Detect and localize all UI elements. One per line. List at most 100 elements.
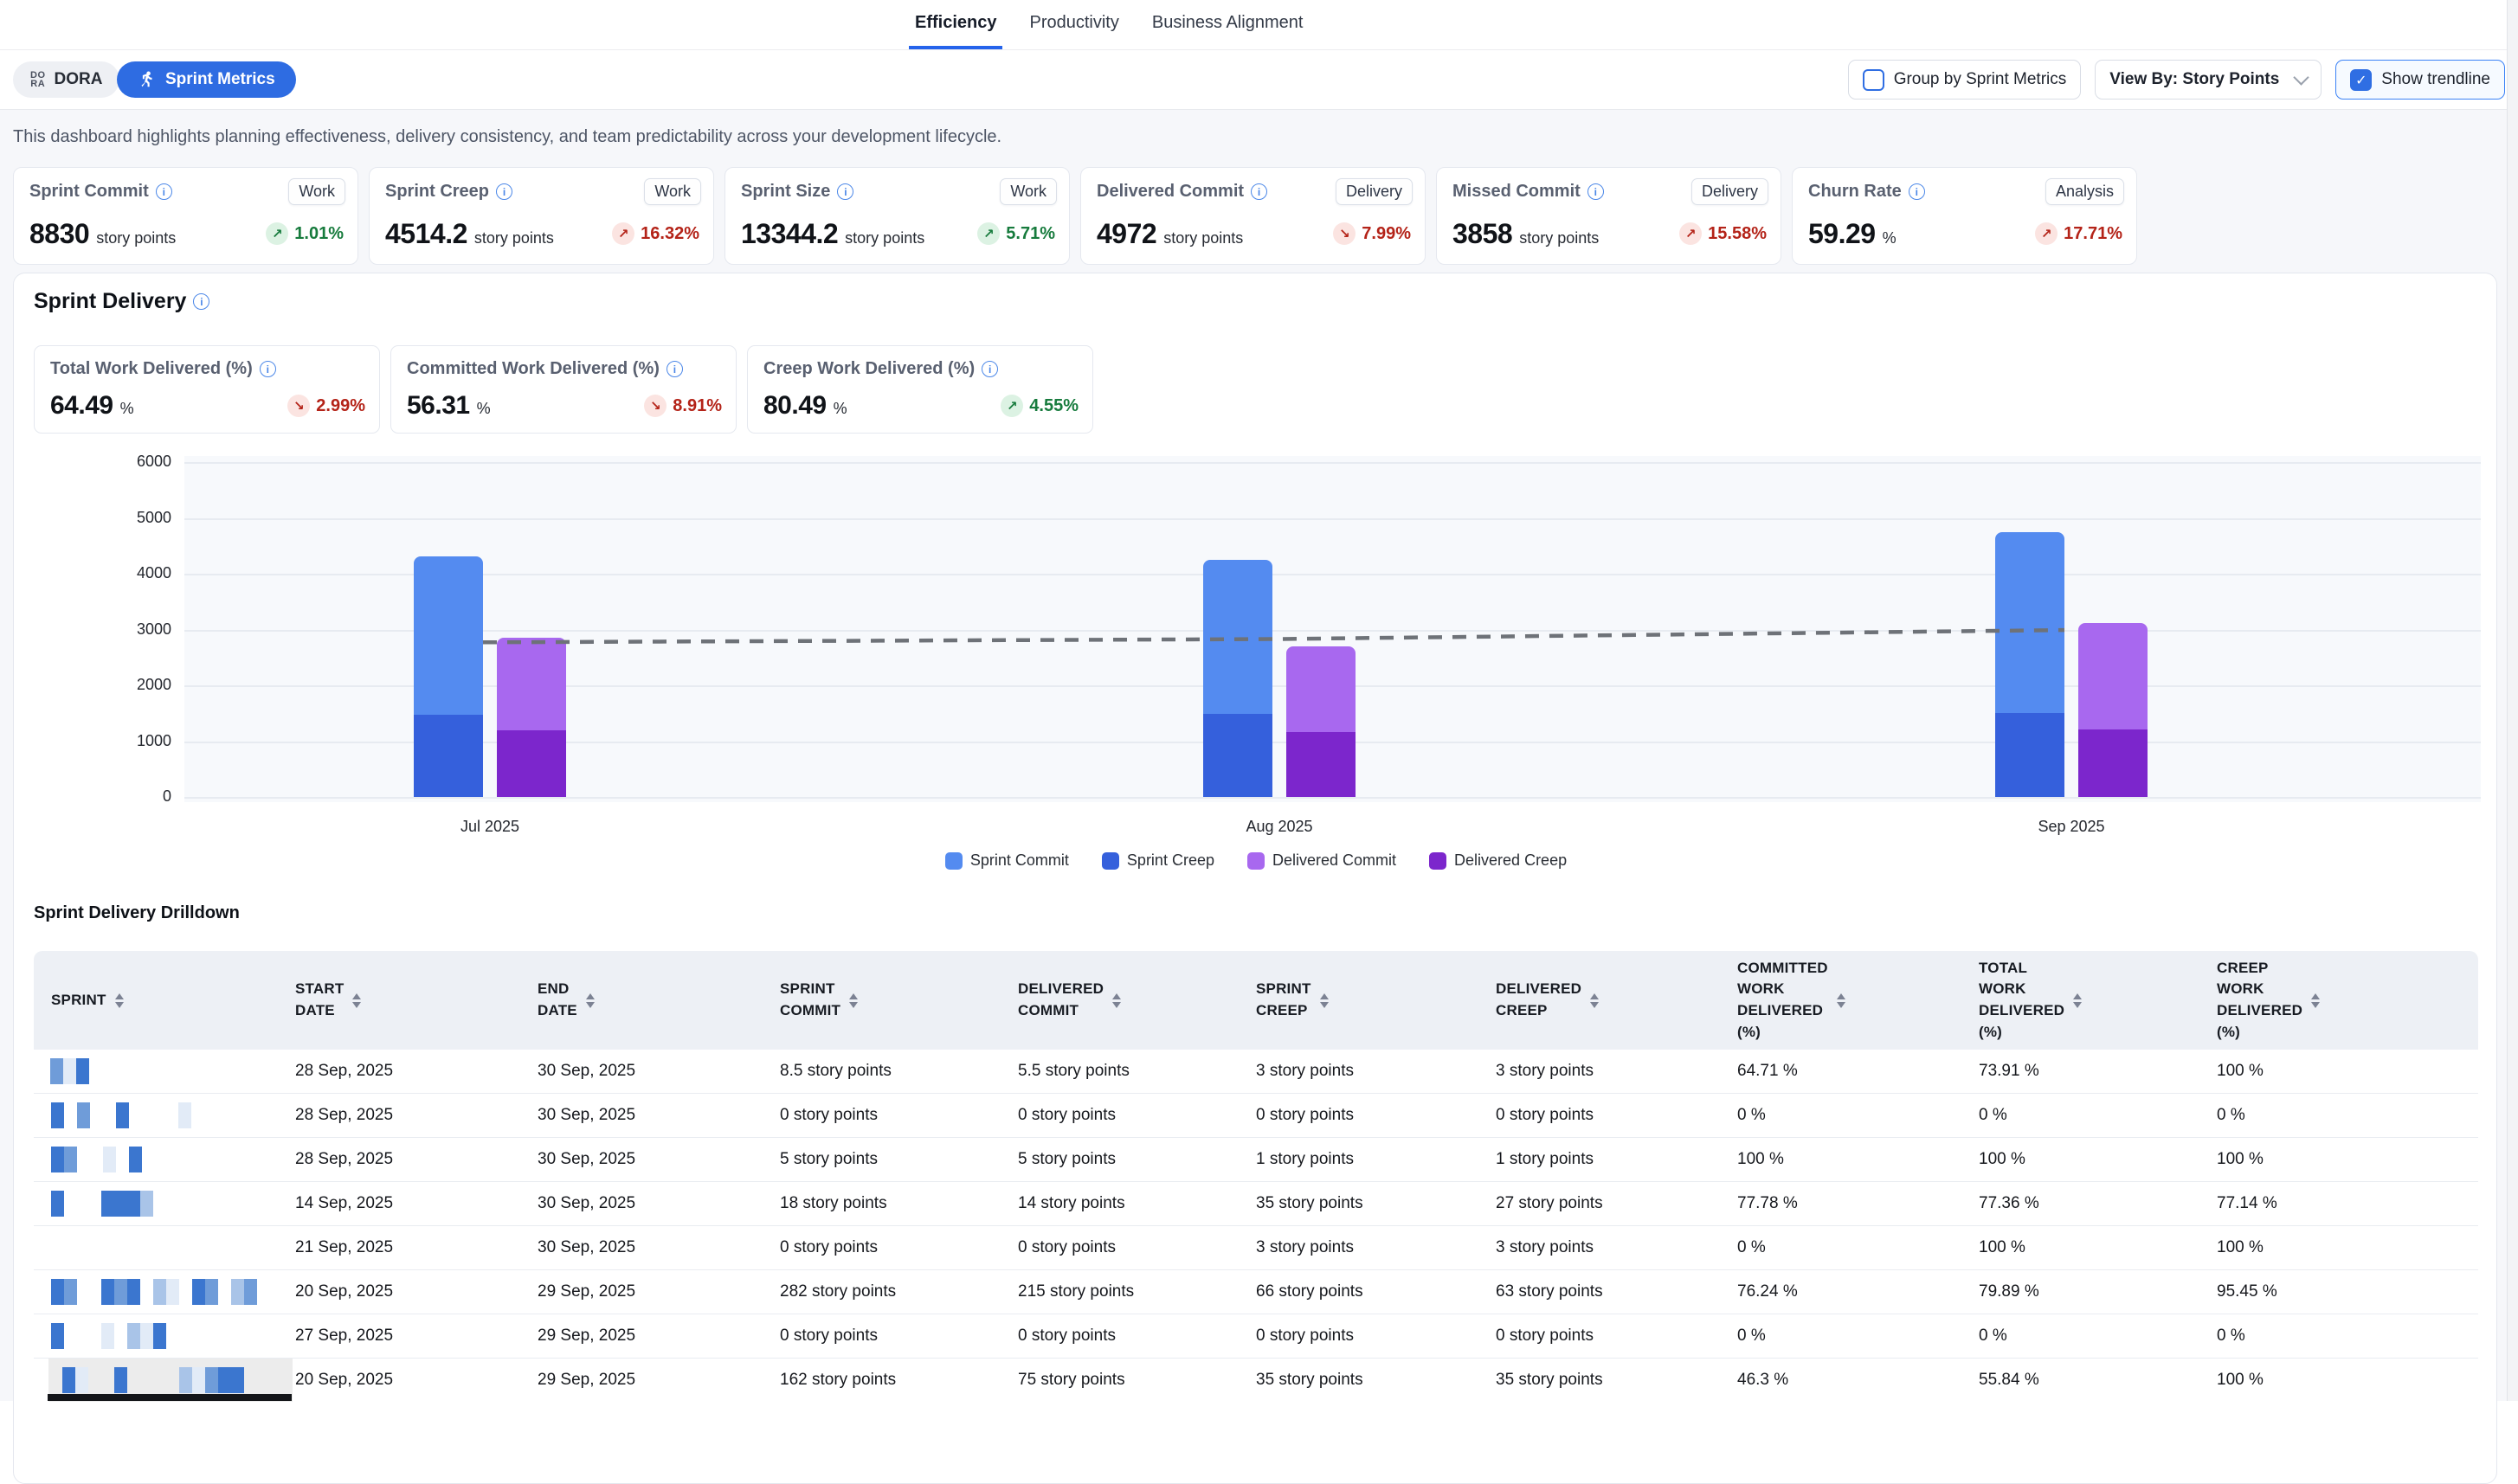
column-header-creep-work-delivered-[interactable]: Creep Work Delivered (%) xyxy=(2199,951,2478,1050)
sprint-metrics-button[interactable]: Sprint Metrics xyxy=(117,61,296,98)
tab-productivity[interactable]: Productivity xyxy=(1023,0,1124,49)
cell-committed-work-delivered: 100 % xyxy=(1720,1138,1961,1181)
column-header-start-date[interactable]: Start Date xyxy=(278,951,520,1050)
subcard-title: Committed Work Delivered (%)i xyxy=(407,359,683,379)
cell-delivered-creep: 0 story points xyxy=(1478,1314,1720,1358)
cell-creep-work-delivered: 0 % xyxy=(2199,1314,2478,1358)
bar-sprint-creep[interactable] xyxy=(1203,714,1272,797)
x-tick-jul-2025: Jul 2025 xyxy=(421,818,559,836)
legend-label: Delivered Commit xyxy=(1272,851,1396,870)
info-icon[interactable]: i xyxy=(1909,183,1925,200)
sort-icon[interactable] xyxy=(1590,993,1599,1008)
cell-delivered-creep: 3 story points xyxy=(1478,1226,1720,1269)
column-header-total-work-delivered-[interactable]: Total Work Delivered (%) xyxy=(1961,951,2199,1050)
column-header-label: Committed Work Delivered (%) xyxy=(1737,958,1828,1044)
column-header-sprint-creep[interactable]: Sprint Creep xyxy=(1239,951,1478,1050)
kpi-unit: story points xyxy=(845,229,924,247)
sort-icon[interactable] xyxy=(2311,993,2320,1008)
info-icon[interactable]: i xyxy=(496,183,512,200)
cell-sprint-creep: 66 story points xyxy=(1239,1270,1478,1314)
tab-business-alignment[interactable]: Business Alignment xyxy=(1146,0,1310,49)
view-by-dropdown[interactable]: View By: Story Points xyxy=(2095,60,2322,100)
info-icon[interactable]: i xyxy=(193,293,209,310)
bar-delivered-creep[interactable] xyxy=(497,730,566,797)
bar-delivered-commit[interactable] xyxy=(2078,623,2148,729)
sort-icon[interactable] xyxy=(115,993,124,1008)
redacted-block xyxy=(205,1279,218,1305)
bar-sprint-commit[interactable] xyxy=(414,556,483,715)
cell-delivered-commit: 14 story points xyxy=(1001,1182,1239,1225)
info-icon[interactable]: i xyxy=(260,361,276,377)
kpi-value-row: 13344.2story points xyxy=(741,218,924,250)
kpi-title-text: Sprint Size xyxy=(741,182,830,202)
info-icon[interactable]: i xyxy=(982,361,998,377)
sort-icon[interactable] xyxy=(849,993,858,1008)
column-header-delivered-creep[interactable]: Delivered Creep xyxy=(1478,951,1720,1050)
bar-sprint-creep[interactable] xyxy=(414,715,483,797)
legend-item-delivered-creep[interactable]: Delivered Creep xyxy=(1429,851,1567,870)
info-icon[interactable]: i xyxy=(667,361,683,377)
bar-sprint-commit[interactable] xyxy=(1203,560,1272,714)
delta-negative: ↘2.99% xyxy=(287,395,365,417)
info-icon[interactable]: i xyxy=(837,183,853,200)
group-by-checkbox[interactable] xyxy=(1863,69,1884,91)
sort-asc-icon xyxy=(2073,993,2082,999)
redacted-block xyxy=(51,1147,64,1172)
bar-delivered-creep[interactable] xyxy=(2078,729,2148,797)
info-icon[interactable]: i xyxy=(1251,183,1267,200)
legend-label: Sprint Commit xyxy=(970,851,1069,870)
scrollbar[interactable] xyxy=(2507,0,2518,1401)
delta-positive: ↗1.01% xyxy=(266,222,344,245)
subcard-value: 64.49 xyxy=(50,391,113,421)
cell-sprint-creep: 35 story points xyxy=(1239,1182,1478,1225)
sort-icon[interactable] xyxy=(1837,993,1845,1008)
legend-item-delivered-commit[interactable]: Delivered Commit xyxy=(1247,851,1396,870)
dora-button[interactable]: DO RA DORA xyxy=(13,61,119,98)
group-by-sprint-metrics-toggle[interactable]: Group by Sprint Metrics xyxy=(1848,60,2082,100)
cell-total-work-delivered: 100 % xyxy=(1961,1226,2199,1269)
redacted-block xyxy=(179,1367,192,1393)
sort-icon[interactable] xyxy=(1320,993,1329,1008)
sort-icon[interactable] xyxy=(352,993,361,1008)
cell-end-date: 29 Sep, 2025 xyxy=(520,1314,763,1358)
show-trendline-checkbox[interactable]: ✓ xyxy=(2350,69,2372,91)
column-header-sprint-commit[interactable]: Sprint Commit xyxy=(763,951,1001,1050)
redacted-block xyxy=(129,1147,142,1172)
info-icon[interactable]: i xyxy=(1587,183,1604,200)
bar-delivered-creep[interactable] xyxy=(1286,732,1356,797)
legend-item-sprint-creep[interactable]: Sprint Creep xyxy=(1102,851,1214,870)
kpi-unit: story points xyxy=(474,229,554,247)
cell-total-work-delivered: 79.89 % xyxy=(1961,1270,2199,1314)
cell-delivered-commit: 0 story points xyxy=(1001,1226,1239,1269)
bar-sprint-commit[interactable] xyxy=(1995,532,2064,713)
sprint-delivery-card: Sprint Delivery i Total Work Delivered (… xyxy=(13,273,2497,1484)
kpi-card-sprint-commit: Sprint CommitiWork8830story points↗1.01% xyxy=(13,167,358,265)
cell-sprint-redacted xyxy=(34,1050,278,1093)
column-header-sprint[interactable]: Sprint xyxy=(34,951,278,1050)
cell-delivered-commit: 0 story points xyxy=(1001,1094,1239,1137)
cell-sprint-commit: 282 story points xyxy=(763,1270,1001,1314)
sort-icon[interactable] xyxy=(586,993,595,1008)
column-header-delivered-commit[interactable]: Delivered Commit xyxy=(1001,951,1239,1050)
table-row: 28 Sep, 202530 Sep, 20258.5 story points… xyxy=(34,1050,2478,1093)
bar-sprint-creep[interactable] xyxy=(1995,713,2064,797)
cell-delivered-commit: 75 story points xyxy=(1001,1359,1239,1402)
bar-delivered-commit[interactable] xyxy=(497,638,566,730)
sort-icon[interactable] xyxy=(1112,993,1121,1008)
info-icon[interactable]: i xyxy=(156,183,172,200)
legend-item-sprint-commit[interactable]: Sprint Commit xyxy=(945,851,1069,870)
cell-start-date: 20 Sep, 2025 xyxy=(278,1359,520,1402)
category-badge: Analysis xyxy=(2045,178,2124,205)
sprint-delivery-title: Sprint Delivery i xyxy=(34,289,209,314)
redacted-block xyxy=(103,1147,116,1172)
y-tick-label: 6000 xyxy=(14,453,171,471)
tab-efficiency[interactable]: Efficiency xyxy=(909,0,1002,49)
column-header-end-date[interactable]: End Date xyxy=(520,951,763,1050)
sort-icon[interactable] xyxy=(2073,993,2082,1008)
show-trendline-toggle[interactable]: ✓ Show trendline xyxy=(2335,60,2505,100)
kpi-value: 3858 xyxy=(1452,218,1512,250)
column-header-committed-work-delivered-[interactable]: Committed Work Delivered (%) xyxy=(1720,951,1961,1050)
table-row: 20 Sep, 202529 Sep, 2025282 story points… xyxy=(34,1269,2478,1314)
bar-delivered-commit[interactable] xyxy=(1286,646,1356,732)
cell-committed-work-delivered: 0 % xyxy=(1720,1226,1961,1269)
